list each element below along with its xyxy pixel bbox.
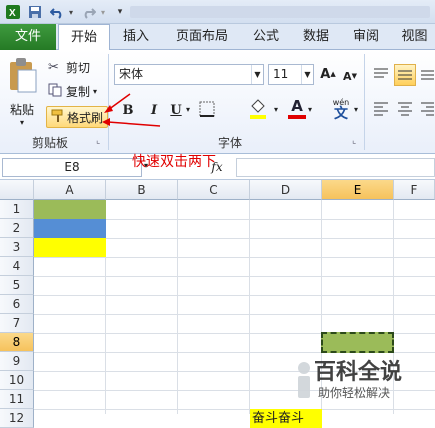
fill-color-dropdown-icon[interactable]: ▾ — [274, 105, 278, 114]
gridline — [34, 295, 435, 296]
ribbon-home: 粘贴 ▾ ✂ 剪切 复制 ▾ 格式刷 剪贴板 ⌞ 宋体 ▼ 11 ▼ A ▲ A ▼… — [0, 50, 435, 154]
font-name-dropdown-icon[interactable]: ▼ — [251, 65, 263, 84]
font-size-value: 11 — [273, 67, 289, 81]
annotation-arrows — [102, 93, 161, 127]
watermark-subtitle: 助你轻松解决 — [318, 386, 391, 400]
row-header-6[interactable]: 6 — [0, 295, 34, 314]
cell-a3[interactable] — [34, 238, 106, 257]
cell-a2[interactable] — [34, 219, 106, 238]
row-header-5[interactable]: 5 — [0, 276, 34, 295]
cell-e8-selected[interactable] — [321, 332, 394, 353]
save-icon[interactable] — [26, 3, 44, 21]
formula-input[interactable] — [236, 158, 435, 177]
tab-formulas[interactable]: 公式 — [244, 24, 288, 50]
gridline — [34, 314, 435, 315]
grow-font-icon[interactable]: A ▲ — [318, 64, 338, 84]
watermark-title: 百科全说 — [314, 360, 403, 385]
formula-bar: E8 ▾ fx 快速双击两下 — [0, 154, 435, 180]
row-header-1[interactable]: 1 — [0, 200, 34, 219]
phonetic-dropdown-icon[interactable]: ▾ — [354, 105, 358, 114]
excel-logo-icon: X — [4, 3, 22, 21]
column-header-a[interactable]: A — [34, 180, 106, 200]
row-header-8[interactable]: 8 — [0, 333, 34, 352]
window-title-blurred — [130, 6, 430, 18]
fill-color-button[interactable] — [248, 98, 276, 122]
font-size-select[interactable]: 11 ▼ — [268, 64, 314, 85]
ribbon-tab-bar: 文件 开始 插入 页面布局 公式 数据 审阅 视图 — [0, 24, 435, 51]
tab-page-layout[interactable]: 页面布局 — [166, 24, 238, 50]
name-box[interactable]: E8 — [2, 158, 142, 177]
align-left-icon[interactable] — [372, 100, 392, 120]
tab-view[interactable]: 视图 — [394, 24, 435, 50]
redo-icon[interactable] — [80, 3, 98, 21]
column-header-f[interactable]: F — [394, 180, 435, 200]
font-group-label: 字体 — [217, 136, 242, 150]
column-header-d[interactable]: D — [250, 180, 322, 200]
svg-text:X: X — [9, 8, 16, 19]
column-header-e[interactable]: E — [322, 180, 394, 200]
font-color-button[interactable]: A — [286, 98, 308, 122]
row-header-12[interactable]: 12 — [0, 409, 34, 428]
gridline — [34, 276, 435, 277]
tab-insert[interactable]: 插入 — [112, 24, 160, 50]
row-header-4[interactable]: 4 — [0, 257, 34, 276]
quick-access-toolbar: X ▾ ▾ ▾ — [0, 0, 435, 24]
shrink-font-icon[interactable]: A ▼ — [340, 66, 360, 86]
annotation-text: 快速双击两下 — [132, 154, 216, 170]
font-launcher-icon[interactable]: ⌞ — [352, 136, 356, 146]
customize-icon[interactable]: ▾ — [114, 3, 126, 21]
gridline — [34, 257, 435, 258]
undo-icon[interactable] — [48, 3, 66, 21]
phonetic-icon: 文 — [334, 106, 348, 122]
tab-home[interactable]: 开始 — [58, 24, 110, 51]
row-header-3[interactable]: 3 — [0, 238, 34, 257]
row-header-10[interactable]: 10 — [0, 371, 34, 390]
tab-data[interactable]: 数据 — [294, 24, 338, 50]
row-header-2[interactable]: 2 — [0, 219, 34, 238]
borders-button[interactable] — [198, 100, 224, 120]
row-header-7[interactable]: 7 — [0, 314, 34, 333]
tab-review[interactable]: 审阅 — [344, 24, 388, 50]
borders-icon — [199, 101, 215, 117]
spreadsheet-grid[interactable]: A B C D E F 1 2 3 4 5 6 7 8 9 10 11 12 奋… — [0, 180, 435, 428]
cell-a1[interactable] — [34, 200, 106, 219]
font-color-icon: A — [291, 97, 303, 115]
group-separator — [364, 54, 365, 150]
font-color-dropdown-icon[interactable]: ▾ — [308, 105, 312, 114]
row-header-11[interactable]: 11 — [0, 390, 34, 409]
align-center-icon[interactable] — [396, 100, 416, 120]
tab-file[interactable]: 文件 — [0, 24, 56, 50]
align-bottom-icon[interactable] — [420, 66, 435, 86]
watermark-icon — [298, 362, 310, 398]
row-header-9[interactable]: 9 — [0, 352, 34, 371]
column-header-c[interactable]: C — [178, 180, 250, 200]
redo-dropdown-icon[interactable]: ▾ — [98, 3, 108, 21]
column-header-b[interactable]: B — [106, 180, 178, 200]
fill-bucket-icon — [250, 99, 266, 119]
align-top-icon[interactable] — [372, 66, 392, 86]
select-all-corner[interactable] — [0, 180, 34, 200]
phonetic-button[interactable]: wén 文 — [326, 98, 356, 124]
align-middle-icon[interactable] — [394, 64, 416, 86]
watermark-logo: 百科全说 助你轻松解决 — [292, 354, 435, 414]
undo-dropdown-icon[interactable]: ▾ — [66, 3, 76, 21]
gridline — [177, 200, 178, 414]
font-size-dropdown-icon[interactable]: ▼ — [301, 65, 313, 84]
align-right-icon[interactable] — [420, 100, 435, 120]
gridline — [249, 200, 250, 414]
